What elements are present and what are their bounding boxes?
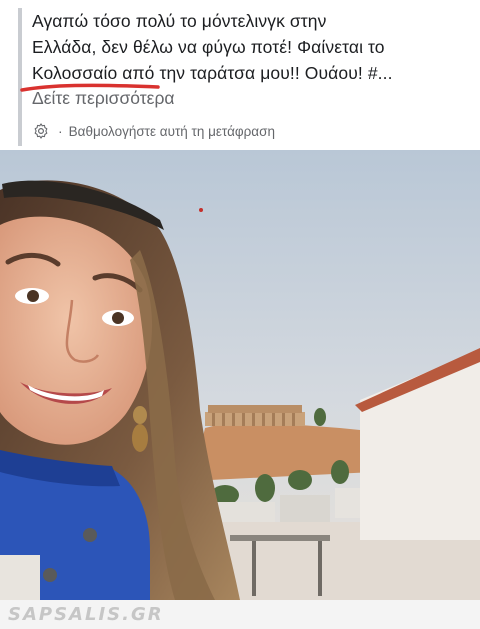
post-text-line-1: Αγαπώ τόσο πολύ το μόντελινγκ στην <box>32 11 327 31</box>
watermark-footer: SAPSALIS.GR <box>0 600 480 629</box>
rate-translation-label[interactable]: Βαθμολογήστε αυτή τη μετάφραση <box>69 124 275 139</box>
post-text-line-2: Ελλάδα, δεν θέλω να φύγω ποτέ! Φαίνεται … <box>32 37 385 57</box>
post-header: Αγαπώ τόσο πολύ το μόντελινγκ στην Ελλάδ… <box>0 0 480 150</box>
translation-row[interactable]: · Βαθμολογήστε αυτή τη μετάφραση <box>32 120 275 142</box>
translation-separator: · <box>58 123 63 139</box>
post-text: Αγαπώ τόσο πολύ το μόντελινγκ στην Ελλάδ… <box>32 8 472 86</box>
red-underline-annotation <box>20 83 160 92</box>
gear-icon <box>34 123 48 139</box>
parthenon <box>205 405 305 426</box>
watermark-logo: SAPSALIS.GR <box>8 604 164 625</box>
red-dot <box>199 208 203 212</box>
quote-bar <box>18 8 22 146</box>
selfie-photo <box>0 150 480 600</box>
earring <box>132 406 148 452</box>
terrace-table <box>230 535 330 541</box>
